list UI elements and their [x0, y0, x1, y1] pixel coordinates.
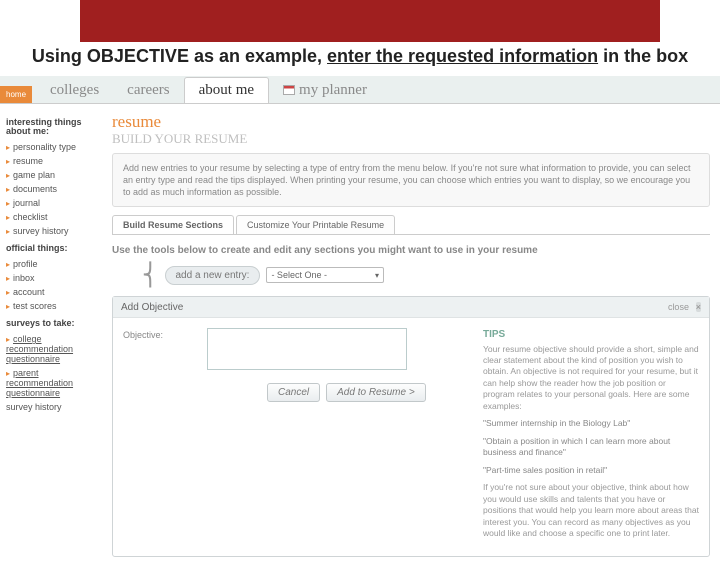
tips-title: TIPS	[483, 328, 699, 342]
tips-example: "Obtain a position in which I can learn …	[483, 436, 699, 459]
red-banner	[80, 0, 660, 42]
sidebar-item[interactable]: ▸inbox	[6, 271, 102, 285]
tips-column: TIPS Your resume objective should provid…	[483, 328, 699, 546]
sidebar-heading-interesting: interesting things about me:	[6, 118, 102, 138]
tab-about-me[interactable]: about me	[184, 77, 269, 103]
title-underlined: enter the requested information	[327, 46, 598, 66]
calendar-icon	[283, 85, 295, 95]
objective-field-label: Objective:	[123, 328, 193, 546]
panel-header: Add Objective close ×	[113, 297, 709, 318]
tab-colleges[interactable]: colleges	[36, 78, 113, 103]
intro-text: Add new entries to your resume by select…	[112, 153, 710, 207]
objective-textarea[interactable]	[207, 328, 407, 370]
arrow-icon: ▸	[6, 143, 10, 152]
sidebar-item[interactable]: ▸account	[6, 285, 102, 299]
sidebar-item[interactable]: ▸personality type	[6, 140, 102, 154]
subtab-customize[interactable]: Customize Your Printable Resume	[236, 215, 395, 234]
add-objective-panel: Add Objective close × Objective: Cancel …	[112, 296, 710, 557]
panel-close-group: close ×	[668, 301, 701, 313]
sidebar-item[interactable]: ▸survey history	[6, 224, 102, 238]
sidebar-item[interactable]: ▸test scores	[6, 299, 102, 313]
sidebar-item[interactable]: ▸documents	[6, 182, 102, 196]
tools-instruction: Use the tools below to create and edit a…	[112, 245, 710, 256]
sidebar-item[interactable]: ▸resume	[6, 154, 102, 168]
arrow-icon: ▸	[6, 171, 10, 180]
arrow-icon: ▸	[6, 260, 10, 269]
sidebar-item[interactable]: ▸checklist	[6, 210, 102, 224]
tab-my-planner[interactable]: my planner	[269, 78, 381, 103]
sidebar: interesting things about me: ▸personalit…	[0, 104, 108, 569]
page-title: resume	[112, 112, 710, 132]
sidebar-item[interactable]: ▸college recommendation questionnaire	[6, 332, 102, 366]
arrow-icon: ▸	[6, 288, 10, 297]
arrow-icon: ▸	[6, 369, 10, 378]
sidebar-item[interactable]: ▸profile	[6, 257, 102, 271]
sidebar-heading-official: official things:	[6, 244, 102, 254]
tab-my-planner-label: my planner	[299, 82, 367, 98]
title-post: in the box	[598, 46, 688, 66]
brace-icon: ⎨	[142, 262, 159, 288]
select-value: - Select One -	[271, 270, 327, 280]
slide-title: Using OBJECTIVE as an example, enter the…	[0, 42, 720, 70]
sidebar-item[interactable]: ▸journal	[6, 196, 102, 210]
arrow-icon: ▸	[6, 199, 10, 208]
add-entry-label: add a new entry:	[165, 266, 261, 285]
tips-example: "Summer internship in the Biology Lab"	[483, 418, 699, 429]
arrow-icon: ▸	[6, 227, 10, 236]
close-icon[interactable]: ×	[696, 302, 701, 312]
tips-example: "Part-time sales position in retail"	[483, 465, 699, 476]
tab-careers[interactable]: careers	[113, 78, 183, 103]
sidebar-item[interactable]: ▸parent recommendation questionnaire	[6, 366, 102, 400]
chevron-down-icon: ▾	[375, 271, 379, 280]
panel-title: Add Objective	[121, 302, 183, 313]
add-to-resume-button[interactable]: Add to Resume >	[326, 383, 426, 402]
arrow-icon: ▸	[6, 185, 10, 194]
sub-tabs: Build Resume Sections Customize Your Pri…	[112, 215, 710, 235]
arrow-icon: ▸	[6, 302, 10, 311]
page-subtitle: BUILD YOUR RESUME	[112, 131, 710, 147]
arrow-icon: ▸	[6, 157, 10, 166]
main-tabs: home colleges careers about me my planne…	[0, 76, 720, 104]
tab-home[interactable]: home	[0, 86, 32, 103]
entry-type-select[interactable]: - Select One - ▾	[266, 267, 384, 283]
sidebar-heading-surveys: surveys to take:	[6, 319, 102, 329]
cancel-button[interactable]: Cancel	[267, 383, 320, 402]
sidebar-item[interactable]: survey history	[6, 400, 102, 414]
arrow-icon: ▸	[6, 213, 10, 222]
subtab-build[interactable]: Build Resume Sections	[112, 215, 234, 234]
arrow-icon: ▸	[6, 274, 10, 283]
tips-paragraph: If you're not sure about your objective,…	[483, 482, 699, 539]
sidebar-item[interactable]: ▸game plan	[6, 168, 102, 182]
content-area: resume BUILD YOUR RESUME Add new entries…	[108, 104, 720, 569]
arrow-icon: ▸	[6, 335, 10, 344]
close-label[interactable]: close	[668, 302, 689, 312]
add-entry-row: ⎨ add a new entry: - Select One - ▾	[142, 262, 710, 288]
title-pre: Using OBJECTIVE as an example,	[32, 46, 327, 66]
tips-paragraph: Your resume objective should provide a s…	[483, 344, 699, 413]
